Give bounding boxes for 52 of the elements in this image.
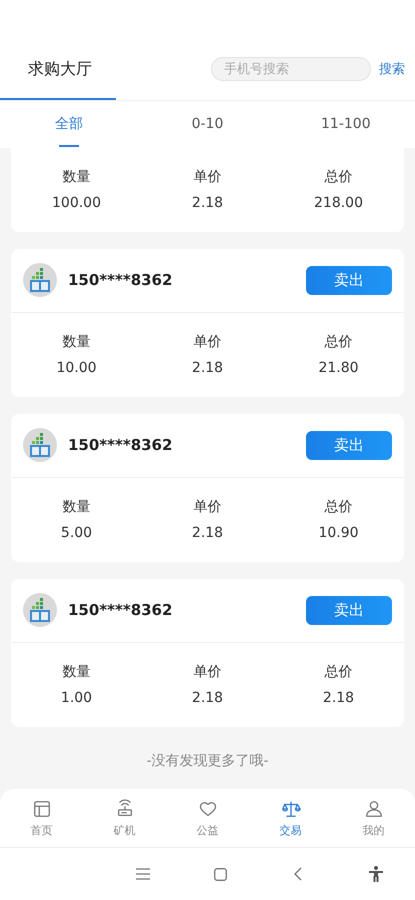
stat-label: 总价: [324, 333, 352, 352]
menu-icon: [136, 868, 150, 880]
stat-value: 2.18: [192, 195, 224, 212]
stat-label: 单价: [194, 498, 222, 516]
stat-value: 2.18: [322, 690, 354, 706]
stat-label: 单价: [194, 333, 222, 352]
nav-tab[interactable]: 交易: [249, 789, 332, 848]
seller-phone: 150****8362: [68, 271, 174, 290]
nav-tab[interactable]: 首页: [0, 789, 83, 848]
stat-value: 100.00: [52, 195, 101, 212]
seller-phone: 150****8362: [68, 436, 174, 454]
square-icon: [214, 868, 228, 881]
avatar-icon: [23, 593, 57, 628]
sell-button[interactable]: 卖出: [306, 266, 392, 295]
stat-value: 218.00: [314, 195, 363, 212]
stat-value: 2.18: [192, 525, 224, 542]
layout-icon: [32, 798, 52, 819]
tab[interactable]: 0-10: [138, 101, 277, 148]
stat-label: 数量: [62, 333, 90, 352]
stat-value: 10.90: [318, 525, 359, 542]
stat-label: 单价: [194, 168, 222, 186]
search-field[interactable]: 手机号搜索: [211, 57, 371, 81]
stat-label: 数量: [62, 168, 90, 186]
avatar-icon: [23, 428, 57, 462]
user-icon: [364, 798, 384, 819]
stat-value: 10.00: [56, 360, 97, 376]
stat-label: 数量: [62, 663, 90, 682]
stat-label: 总价: [324, 168, 352, 186]
nav-tab[interactable]: 矿机: [83, 789, 166, 848]
stat-value: 2.18: [192, 690, 224, 706]
avatar-icon: [23, 263, 57, 298]
stat-value: 5.00: [60, 525, 92, 542]
sell-button[interactable]: 卖出: [306, 596, 392, 625]
accessibility-icon: [369, 866, 384, 882]
page-title: 求购大厅: [28, 58, 93, 80]
stat-label: 总价: [324, 663, 352, 682]
tab[interactable]: 11-100: [276, 101, 415, 148]
back-icon: [294, 867, 302, 882]
seller-phone: 150****8362: [68, 601, 174, 620]
stat-value: 2.18: [192, 360, 224, 376]
stat-value: 21.80: [318, 360, 359, 376]
stat-label: 数量: [62, 498, 90, 516]
stat-value: 1.00: [60, 690, 92, 706]
search-button[interactable]: 搜索: [379, 60, 405, 78]
end-of-list-note: -没有发现更多了哦-: [145, 752, 270, 771]
stat-label: 总价: [324, 498, 352, 516]
stat-label: 单价: [194, 663, 222, 682]
scale-icon: [280, 798, 300, 819]
nav-tab[interactable]: 我的: [332, 789, 415, 848]
tab[interactable]: 全部: [0, 101, 138, 148]
sell-button[interactable]: 卖出: [306, 430, 392, 460]
nav-tab[interactable]: 公益: [166, 789, 249, 848]
